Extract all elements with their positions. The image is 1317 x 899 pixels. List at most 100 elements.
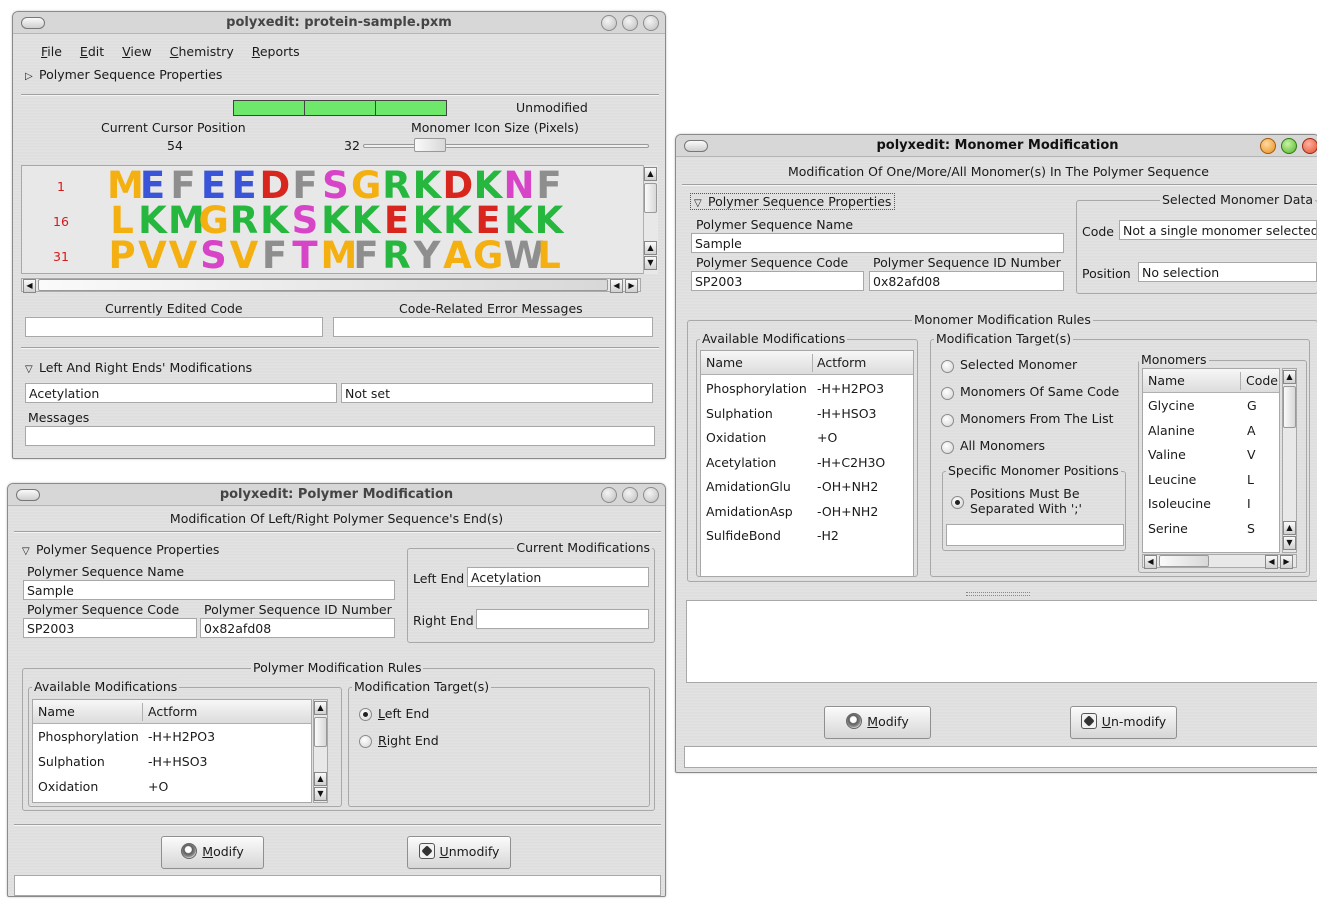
scroll-thumb[interactable] [314, 717, 327, 747]
monomer-icon[interactable]: E [199, 167, 229, 204]
monomer-icon[interactable]: L [107, 202, 137, 239]
monomer-icon[interactable]: M [321, 237, 358, 273]
list-item[interactable]: Serine S [1143, 517, 1279, 542]
menu-file[interactable]: File [41, 44, 62, 59]
monomer-icon[interactable]: D [443, 167, 474, 204]
list-item[interactable]: Acetylation -H+C2H3O [701, 451, 913, 476]
scroll-left-icon[interactable]: ◀ [610, 279, 623, 293]
menu-view[interactable]: View [122, 44, 152, 59]
monomer-icon[interactable]: K [412, 202, 442, 239]
monomer-icon[interactable]: K [473, 167, 503, 204]
monomer-icon[interactable]: R [382, 237, 412, 273]
monomer-icon[interactable]: M [107, 167, 144, 204]
monomer-icon[interactable]: S [290, 202, 320, 239]
list-item[interactable]: AmidationAsp -OH+NH2 [701, 500, 913, 525]
scroll-right-icon[interactable]: ▶ [625, 279, 638, 293]
menu-chemistry[interactable]: Chemistry [170, 44, 234, 59]
slider-handle[interactable] [413, 138, 446, 152]
scroll-up-icon[interactable]: ▲ [1283, 521, 1296, 535]
monomer-icon[interactable]: R [229, 202, 259, 239]
monomer-icon[interactable]: V [138, 237, 168, 273]
monomer-icon[interactable]: K [504, 202, 534, 239]
scroll-thumb[interactable] [38, 279, 608, 291]
monomer-icon[interactable]: D [260, 167, 291, 204]
monomer-icon[interactable]: K [412, 167, 442, 204]
minimize-icon[interactable] [1260, 138, 1276, 154]
monomer-icon[interactable]: K [534, 202, 564, 239]
minimize-icon[interactable] [601, 487, 617, 503]
menu-reports[interactable]: Reports [252, 44, 300, 59]
monomer-icon[interactable]: F [168, 167, 198, 204]
seq-id-field[interactable]: 0x82afd08 [200, 618, 395, 638]
monomers-list[interactable]: Name Code Glycine G Alanine A Valine V Leuc… [1142, 368, 1280, 553]
scroll-down-icon[interactable]: ▼ [314, 787, 327, 801]
monomer-icon[interactable]: G [351, 167, 381, 204]
edited-code-input[interactable] [25, 317, 323, 337]
right-end-radio[interactable] [359, 735, 372, 748]
maximize-icon[interactable] [622, 15, 638, 31]
scroll-up-icon[interactable]: ▲ [644, 167, 657, 181]
close-icon[interactable] [643, 487, 659, 503]
monomer-icon[interactable]: F [351, 237, 381, 273]
monomer-icon[interactable]: T [290, 237, 320, 273]
from-list-option[interactable]: Monomers From The List [960, 411, 1114, 426]
monomer-icon[interactable]: Y [412, 237, 442, 273]
seq-code-field[interactable]: SP2003 [691, 271, 864, 291]
from-list-radio[interactable] [941, 414, 954, 427]
right-end-option[interactable]: Right End [378, 733, 439, 748]
monomer-icon[interactable]: E [382, 202, 412, 239]
positions-radio[interactable] [951, 496, 964, 509]
scroll-left-icon[interactable]: ◀ [1265, 555, 1278, 569]
monomer-icon[interactable]: V [168, 237, 198, 273]
list-item[interactable]: SulfideBond -H2 [701, 524, 913, 549]
list-item[interactable]: Isoleucine I [1143, 492, 1279, 517]
monomer-icon[interactable]: R [382, 167, 412, 204]
all-monomers-radio[interactable] [941, 441, 954, 454]
maximize-icon[interactable] [1281, 138, 1297, 154]
seq-code-field[interactable]: SP2003 [23, 618, 197, 638]
scroll-up-icon[interactable]: ▲ [1283, 370, 1296, 384]
monomer-icon[interactable]: F [290, 167, 320, 204]
same-code-radio[interactable] [941, 387, 954, 400]
ends-expander[interactable]: ▽ Left And Right Ends' Modifications [25, 360, 252, 375]
modify-button[interactable]: Modify [161, 836, 264, 869]
list-item[interactable]: Sulphation -H+HSO3 [33, 750, 311, 775]
splitter-handle[interactable] [966, 592, 1030, 596]
sequence-hscroll[interactable]: ◀ ◀ ▶ [21, 278, 641, 293]
scroll-up-icon[interactable]: ▲ [314, 772, 327, 786]
maximize-icon[interactable] [622, 487, 638, 503]
monomers-hscroll[interactable]: ◀ ◀ ▶ [1142, 554, 1297, 569]
scroll-thumb[interactable] [644, 183, 657, 213]
scroll-down-icon[interactable]: ▼ [1283, 536, 1296, 550]
monomer-icon[interactable]: S [199, 237, 229, 273]
scroll-up-icon[interactable]: ▲ [644, 241, 657, 255]
selected-monomer-option[interactable]: Selected Monomer [960, 357, 1077, 372]
close-icon[interactable] [643, 15, 659, 31]
minimize-icon[interactable] [601, 15, 617, 31]
monomer-icon[interactable]: K [260, 202, 290, 239]
list-item[interactable]: Phosphorylation -H+H2PO3 [701, 377, 913, 402]
col-actform[interactable]: Actform [148, 704, 197, 719]
list-item[interactable]: Sulphation -H+HSO3 [701, 402, 913, 427]
monomer-icon[interactable]: K [351, 202, 381, 239]
list-item[interactable]: Glycine G [1143, 394, 1279, 419]
menu-edit[interactable]: Edit [80, 44, 104, 59]
monomer-icon[interactable]: W [504, 237, 545, 273]
selected-monomer-radio[interactable] [941, 360, 954, 373]
monomer-icon[interactable]: M [168, 202, 205, 239]
seq-id-field[interactable]: 0x82afd08 [869, 271, 1064, 291]
list-item[interactable]: Alanine A [1143, 419, 1279, 444]
scroll-left-icon[interactable]: ◀ [1144, 555, 1157, 569]
list-item[interactable]: Oxidation +O [701, 426, 913, 451]
col-name[interactable]: Name [706, 355, 743, 370]
monomer-icon[interactable]: S [321, 167, 351, 204]
monomer-icon[interactable]: E [473, 202, 503, 239]
scroll-thumb[interactable] [1283, 386, 1296, 428]
monomer-icon[interactable]: N [504, 167, 535, 204]
seq-name-field[interactable]: Sample [691, 233, 1064, 253]
scroll-down-icon[interactable]: ▼ [644, 256, 657, 270]
scroll-right-icon[interactable]: ▶ [1280, 555, 1293, 569]
props-expander[interactable]: ▷ Polymer Sequence Properties [25, 67, 222, 82]
scroll-thumb[interactable] [1159, 555, 1209, 567]
all-monomers-option[interactable]: All Monomers [960, 438, 1045, 453]
